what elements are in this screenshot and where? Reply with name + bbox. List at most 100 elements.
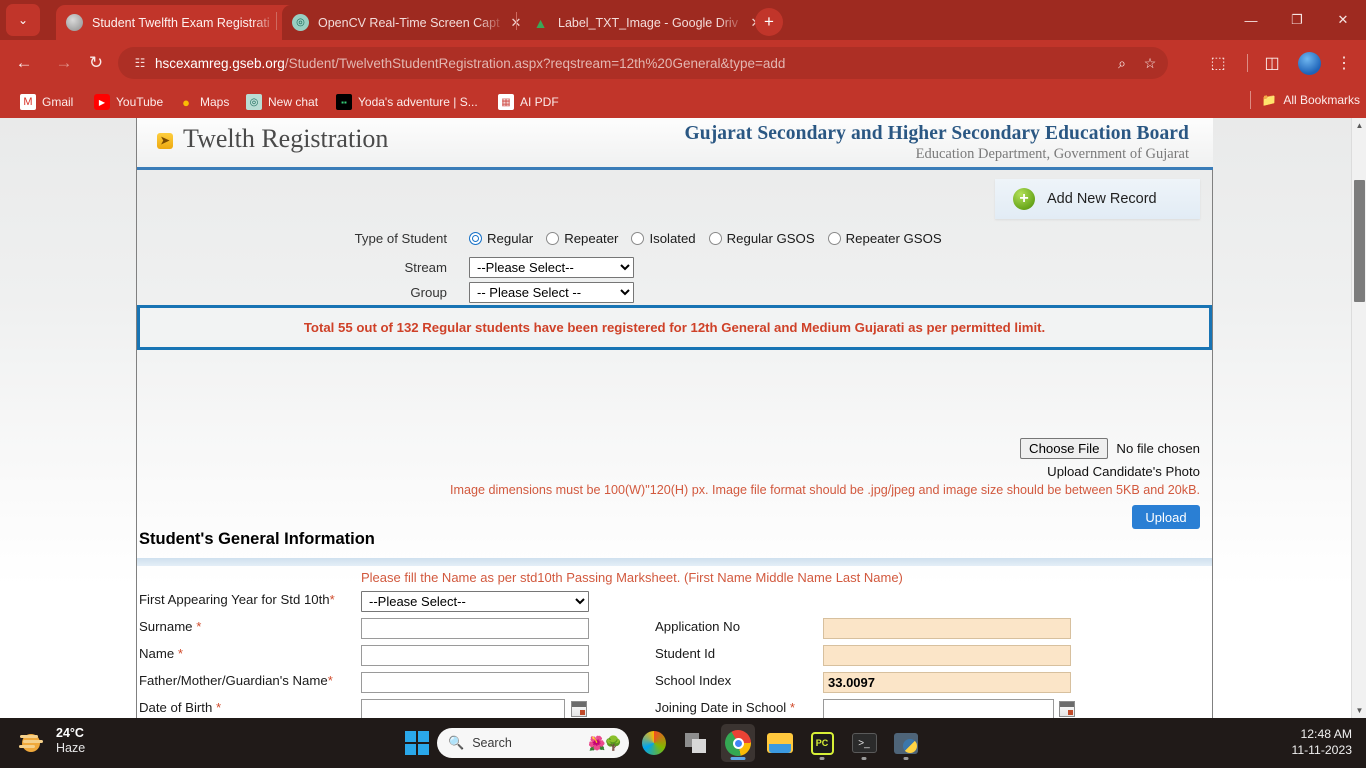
guardian-name-input[interactable] — [361, 672, 589, 693]
taskbar-app-file-explorer[interactable] — [763, 724, 797, 762]
type-of-student-row: Type of Student Regular Repeater Isolate… — [137, 231, 1037, 246]
tab-search-button[interactable]: ⌄ — [6, 4, 40, 36]
taskbar-app-google-chrome[interactable] — [721, 724, 755, 762]
tab-opencv[interactable]: ◎ OpenCV Real-Time Screen Capt ✕ — [282, 5, 532, 40]
department-name: Education Department, Government of Guja… — [915, 146, 1189, 162]
radio-button-icon[interactable] — [631, 232, 645, 245]
type-of-student-radio-group: Regular Repeater Isolated Regular GSOS R… — [469, 231, 955, 246]
tab-student-registration[interactable]: Student Twelfth Exam Registrati ✕ — [56, 5, 306, 40]
forward-button[interactable]: → — [48, 47, 80, 79]
bookmark-new-chat[interactable]: ◎ New chat — [240, 91, 324, 113]
calendar-icon[interactable] — [1059, 701, 1075, 717]
taskbar-app-python-idle[interactable] — [889, 724, 923, 762]
student-id-label: Student Id — [655, 646, 716, 661]
add-new-record-label: Add New Record — [1047, 191, 1157, 207]
bookmark-gmail[interactable]: M Gmail — [14, 91, 79, 113]
radio-button-icon[interactable] — [708, 232, 722, 245]
browser-menu-icon[interactable]: ⋮ — [1328, 47, 1360, 79]
date-of-birth-label: Date of Birth * — [139, 700, 222, 715]
radio-regular[interactable]: Regular — [469, 231, 533, 246]
taskbar-app-terminal[interactable]: >_ — [847, 724, 881, 762]
page-viewport: ➤ Twelth Registration Gujarat Secondary … — [0, 118, 1366, 718]
school-index-input — [823, 672, 1071, 693]
chatgpt-icon: ◎ — [292, 14, 309, 31]
bookmark-label: AI PDF — [520, 95, 559, 109]
upload-caption: Upload Candidate's Photo — [1047, 464, 1200, 479]
radio-button-icon[interactable] — [546, 232, 560, 245]
radio-button-icon[interactable] — [469, 232, 482, 245]
reload-button[interactable]: ↻ — [80, 47, 112, 79]
side-panel-icon[interactable]: ◫ — [1256, 47, 1288, 79]
radio-isolated[interactable]: Isolated — [631, 231, 696, 246]
tab-title: Label_TXT_Image - Google Driv — [558, 15, 738, 30]
radio-repeater-gsos[interactable]: Repeater GSOS — [827, 231, 942, 246]
taskbar-clock[interactable]: 12:48 AM 11-11-2023 — [1291, 726, 1352, 758]
page-content-column: ➤ Twelth Registration Gujarat Secondary … — [136, 118, 1213, 718]
taskbar-app-microsoft-365-copilot[interactable] — [637, 724, 671, 762]
name-input[interactable] — [361, 645, 589, 666]
form-row: Father/Mother/Guardian's Name* School In… — [137, 669, 1212, 696]
surname-input[interactable] — [361, 618, 589, 639]
stream-select[interactable]: --Please Select-- — [469, 257, 634, 278]
scrollbar-thumb[interactable] — [1354, 180, 1365, 302]
tab-label-txt-image[interactable]: ▲ Label_TXT_Image - Google Driv ✕ — [522, 5, 772, 40]
upload-button[interactable]: Upload — [1132, 505, 1200, 529]
back-button[interactable]: ← — [8, 47, 40, 79]
bookmark-star-icon[interactable]: ☆ — [1136, 55, 1164, 72]
form-row: Surname * Application No — [137, 615, 1212, 642]
search-icon: 🔍 — [448, 735, 465, 750]
stream-label: Stream — [404, 260, 447, 275]
minimize-icon[interactable]: — — [1228, 0, 1274, 40]
section-title: Student's General Information — [139, 530, 375, 548]
bookmark-youtube[interactable]: ▶ YouTube — [88, 91, 169, 113]
group-row: Group -- Please Select -- — [137, 282, 1037, 303]
taskbar-app-task-view[interactable] — [679, 724, 713, 762]
page-scrollbar[interactable]: ▲ ▼ — [1351, 118, 1366, 718]
chatgpt-icon: ◎ — [246, 94, 262, 110]
add-new-record-button[interactable]: + Add New Record — [995, 179, 1200, 219]
search-icon[interactable]: ⌕ — [1108, 55, 1136, 72]
bookmark-ai-pdf[interactable]: ▦ AI PDF — [492, 91, 565, 113]
bookmark-label: Maps — [200, 95, 230, 109]
weather-text: 24°C Haze — [56, 726, 85, 756]
close-icon[interactable]: ✕ — [1320, 0, 1366, 40]
name-format-note: Please fill the Name as per std10th Pass… — [361, 570, 903, 585]
extensions-icon[interactable]: ⬚ — [1202, 47, 1234, 79]
application-no-input — [823, 618, 1071, 639]
calendar-icon[interactable] — [571, 701, 587, 717]
first-appearing-year-label: First Appearing Year for Std 10th* — [139, 592, 335, 607]
taskbar-search-box[interactable]: 🔍 Search 🌺🌳 — [437, 728, 629, 758]
site-settings-icon[interactable]: ☷ — [130, 56, 150, 70]
page-title: Twelth Registration — [183, 124, 389, 153]
group-select[interactable]: -- Please Select -- — [469, 282, 634, 303]
youtube-icon: ▶ — [94, 94, 110, 110]
date-of-birth-input[interactable] — [361, 699, 565, 718]
new-tab-button[interactable]: + — [755, 8, 783, 36]
application-no-label: Application No — [655, 619, 741, 634]
maximize-icon[interactable]: ❐ — [1274, 0, 1320, 40]
scroll-down-icon[interactable]: ▼ — [1352, 703, 1366, 718]
taskbar-app-pycharm[interactable]: PC — [805, 724, 839, 762]
radio-regular-gsos[interactable]: Regular GSOS — [708, 231, 815, 246]
joining-date-input[interactable] — [823, 699, 1054, 718]
bookmark-yoda-adventure[interactable]: ▪▪ Yoda's adventure | S... — [330, 91, 484, 113]
scroll-up-icon[interactable]: ▲ — [1352, 118, 1366, 133]
bookmark-maps[interactable]: ● Maps — [172, 91, 235, 113]
radio-repeater[interactable]: Repeater — [546, 231, 618, 246]
address-bar[interactable]: ☷ hscexamreg.gseb.org/Student/TwelvethSt… — [118, 47, 1168, 79]
taskbar-center: 🔍 Search 🌺🌳 PC >_ — [405, 718, 923, 768]
windows-start-icon[interactable] — [405, 731, 429, 755]
tab-title: OpenCV Real-Time Screen Capt — [318, 15, 500, 30]
choose-file-button[interactable]: Choose File — [1020, 438, 1109, 459]
profile-avatar[interactable] — [1293, 47, 1325, 79]
bookmark-label: YouTube — [116, 95, 164, 109]
weather-widget[interactable]: 24°C Haze — [18, 726, 85, 756]
gmail-icon: M — [20, 94, 36, 110]
radio-button-icon[interactable] — [827, 232, 841, 245]
radio-label: Regular — [487, 231, 534, 246]
page-header: ➤ Twelth Registration Gujarat Secondary … — [137, 118, 1213, 170]
radio-label: Regular GSOS — [726, 231, 815, 246]
first-appearing-year-select[interactable]: --Please Select-- — [361, 591, 589, 612]
all-bookmarks-button[interactable]: 📁 All Bookmarks — [1250, 91, 1360, 109]
url-text: hscexamreg.gseb.org/Student/TwelvethStud… — [150, 56, 1108, 71]
